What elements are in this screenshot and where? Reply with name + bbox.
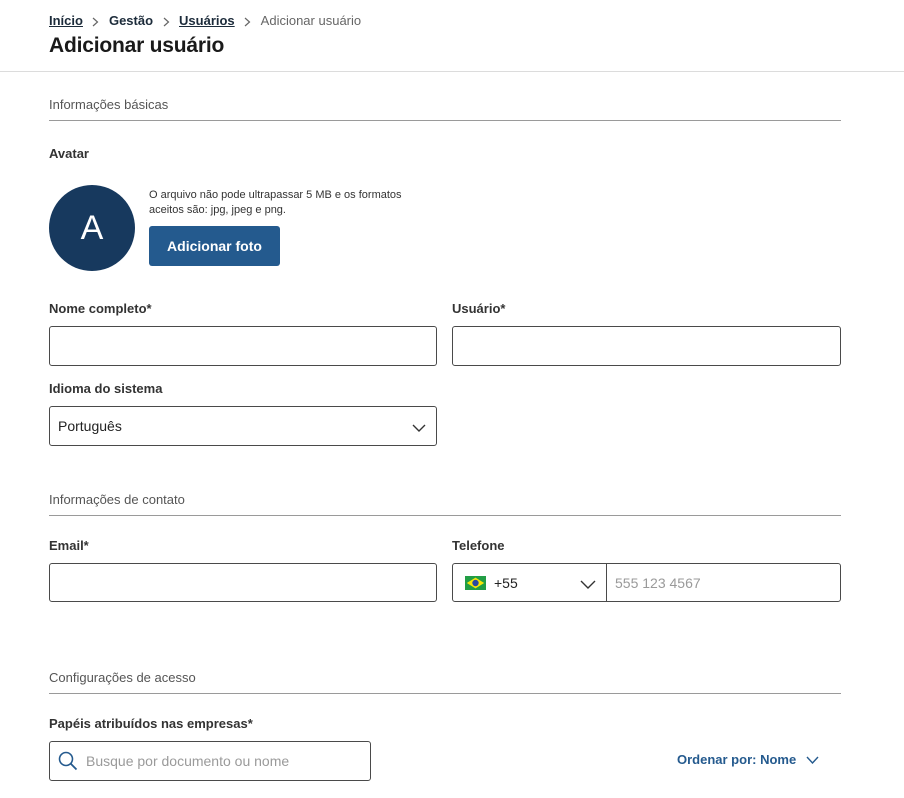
avatar: A: [49, 185, 135, 271]
phone-field: +55: [452, 563, 841, 602]
breadcrumb-home-link[interactable]: Início: [49, 13, 83, 28]
chevron-right-icon: [153, 13, 179, 28]
username-input[interactable]: [452, 326, 841, 366]
email-input[interactable]: [49, 563, 437, 602]
add-photo-button[interactable]: Adicionar foto: [149, 226, 280, 266]
chevron-down-icon: [412, 420, 426, 436]
country-code-select[interactable]: +55: [453, 564, 607, 601]
chevron-down-icon: [580, 576, 596, 592]
phone-input[interactable]: [607, 564, 840, 601]
chevron-right-icon: [83, 13, 109, 28]
sort-dropdown[interactable]: Ordenar por: Nome: [677, 752, 819, 767]
section-title-contact-info: Informações de contato: [49, 492, 841, 516]
breadcrumb-management: Gestão: [108, 13, 154, 28]
section-title-access-settings: Configurações de acesso: [49, 670, 841, 694]
username-label: Usuário*: [452, 301, 506, 316]
breadcrumb-users-link[interactable]: Usuários: [179, 13, 235, 28]
language-selected-value: Português: [58, 418, 122, 434]
avatar-initial: A: [80, 208, 104, 247]
email-label: Email*: [49, 538, 89, 553]
chevron-right-icon: [235, 13, 261, 28]
full-name-input[interactable]: [49, 326, 437, 366]
chevron-down-icon: [806, 756, 819, 764]
breadcrumb-current: Adicionar usuário: [260, 13, 362, 28]
roles-label: Papéis atribuídos nas empresas*: [49, 716, 253, 731]
sort-label: Ordenar por: Nome: [677, 752, 797, 767]
country-code-value: +55: [494, 574, 518, 591]
breadcrumb: Início Gestão Usuários Adicionar usuário: [49, 13, 361, 28]
avatar-label: Avatar: [49, 146, 89, 161]
roles-search-field: [49, 741, 371, 781]
page-header: Início Gestão Usuários Adicionar usuário…: [0, 0, 904, 72]
language-label: Idioma do sistema: [49, 381, 163, 396]
phone-label: Telefone: [452, 538, 505, 553]
search-icon: [58, 751, 78, 771]
roles-search-input[interactable]: [86, 753, 370, 769]
section-title-basic-info: Informações básicas: [49, 97, 841, 121]
brazil-flag-icon: [465, 575, 486, 590]
full-name-label: Nome completo*: [49, 301, 152, 316]
page-title: Adicionar usuário: [49, 34, 225, 57]
avatar-hint-text: O arquivo não pode ultrapassar 5 MB e os…: [149, 189, 402, 216]
language-select[interactable]: Português: [49, 406, 437, 446]
